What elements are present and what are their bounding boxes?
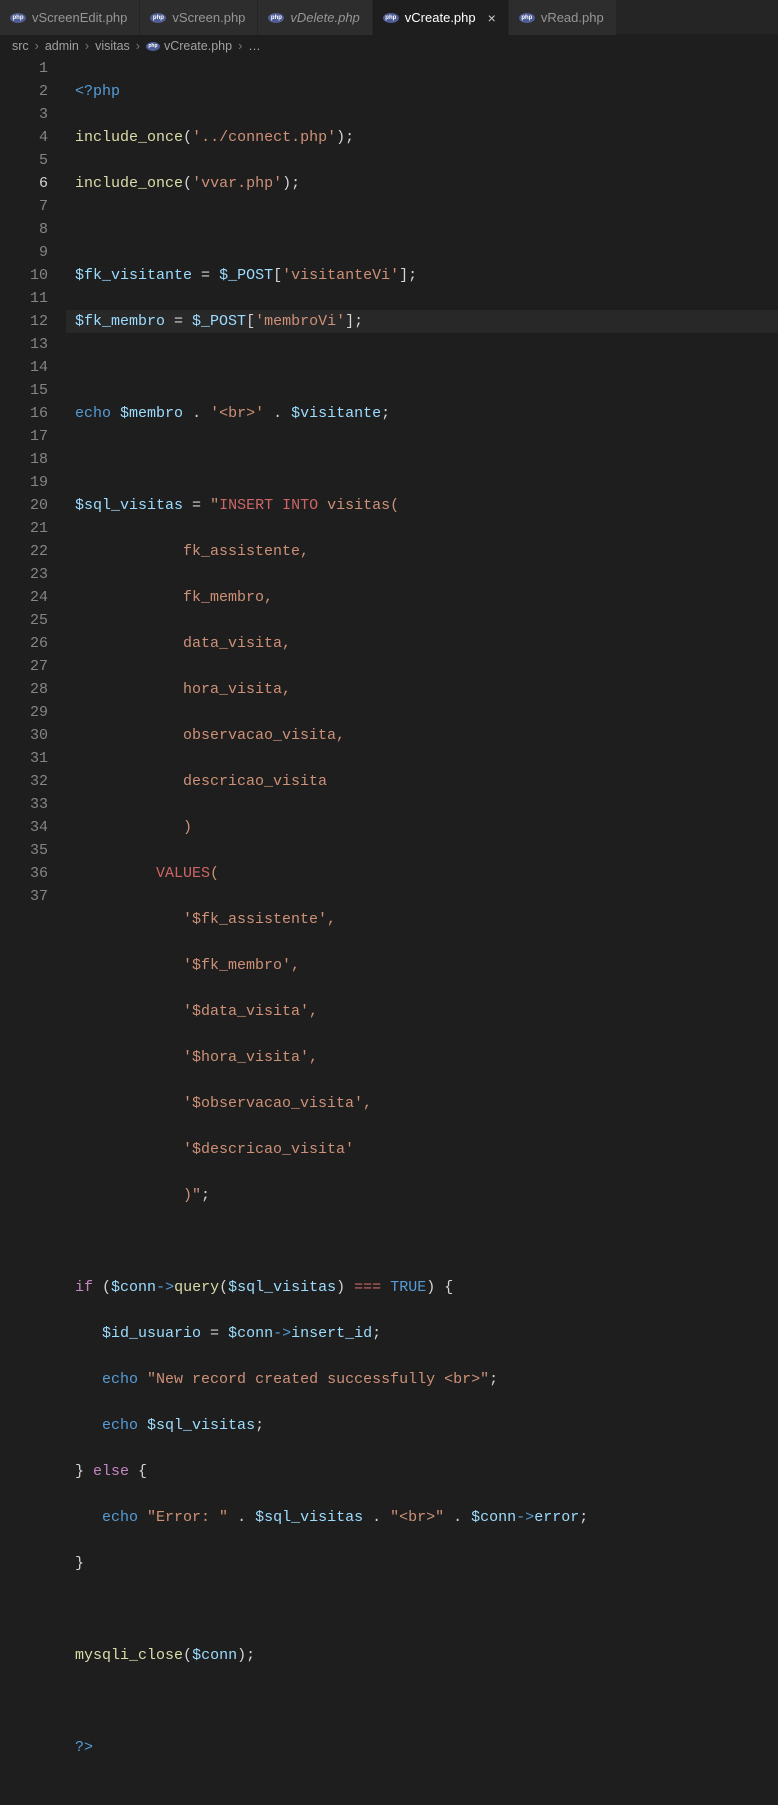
- breadcrumb-item[interactable]: src: [12, 39, 29, 53]
- tab-vcreate[interactable]: php vCreate.php ×: [373, 0, 509, 35]
- php-icon: php: [10, 13, 26, 23]
- code-area[interactable]: <?php include_once('../connect.php'); in…: [66, 57, 778, 1805]
- breadcrumb-item[interactable]: admin: [45, 39, 79, 53]
- php-icon: php: [150, 13, 166, 23]
- php-icon: php: [383, 13, 399, 23]
- chevron-right-icon: ›: [83, 39, 91, 53]
- tab-label: vDelete.php: [290, 10, 359, 25]
- php-icon: php: [146, 42, 160, 51]
- breadcrumb-tail[interactable]: …: [248, 39, 261, 53]
- php-icon: php: [268, 13, 284, 23]
- tab-vread[interactable]: php vRead.php: [509, 0, 617, 35]
- tab-label: vCreate.php: [405, 10, 476, 25]
- tab-label: vRead.php: [541, 10, 604, 25]
- php-icon: php: [519, 13, 535, 23]
- tab-bar: php vScreenEdit.php php vScreen.php php …: [0, 0, 778, 35]
- close-icon[interactable]: ×: [488, 10, 496, 26]
- line-gutter: 1234567891011121314151617181920212223242…: [0, 57, 66, 1805]
- chevron-right-icon: ›: [134, 39, 142, 53]
- tab-label: vScreenEdit.php: [32, 10, 127, 25]
- breadcrumb-file[interactable]: vCreate.php: [164, 39, 232, 53]
- tab-vscreen[interactable]: php vScreen.php: [140, 0, 258, 35]
- tab-label: vScreen.php: [172, 10, 245, 25]
- code-editor[interactable]: 1234567891011121314151617181920212223242…: [0, 57, 778, 1805]
- breadcrumb: src › admin › visitas › php vCreate.php …: [0, 35, 778, 57]
- breadcrumb-item[interactable]: visitas: [95, 39, 130, 53]
- tab-vscreenedit[interactable]: php vScreenEdit.php: [0, 0, 140, 35]
- tab-vdelete[interactable]: php vDelete.php: [258, 0, 372, 35]
- chevron-right-icon: ›: [33, 39, 41, 53]
- chevron-right-icon: ›: [236, 39, 244, 53]
